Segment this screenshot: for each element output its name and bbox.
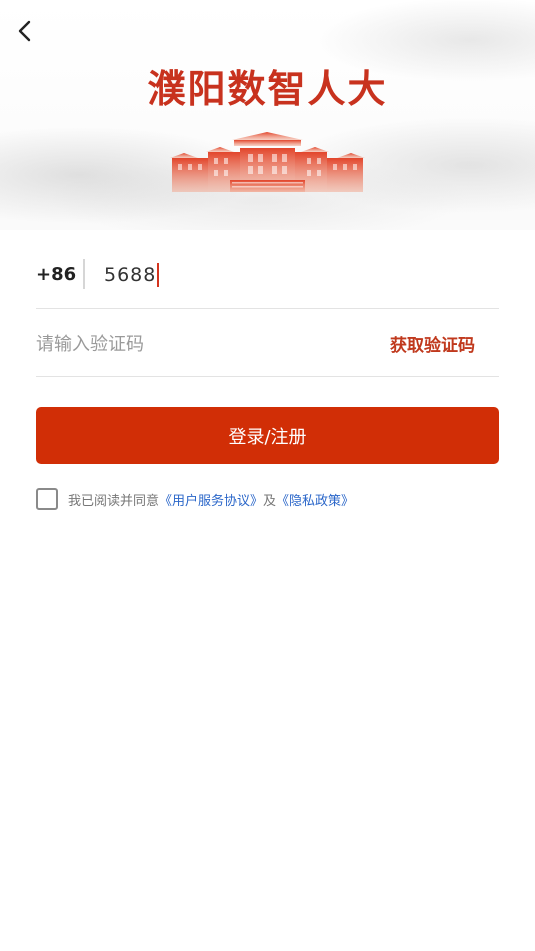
chevron-left-icon bbox=[18, 20, 31, 42]
building-illustration bbox=[170, 132, 365, 192]
country-code[interactable]: +86 bbox=[36, 264, 76, 285]
privacy-policy-link[interactable]: 《隐私政策》 bbox=[276, 490, 354, 509]
get-code-button[interactable]: 获取验证码 bbox=[390, 331, 475, 356]
phone-input[interactable]: 5688 bbox=[104, 263, 160, 287]
divider bbox=[83, 259, 85, 289]
user-agreement-link[interactable]: 《用户服务协议》 bbox=[159, 490, 263, 509]
verification-code-input[interactable]: 请输入验证码 bbox=[36, 330, 144, 356]
text-caret bbox=[157, 263, 160, 287]
header-banner bbox=[0, 0, 535, 230]
agreement-and: 及 bbox=[263, 493, 277, 509]
phone-value: 5688 bbox=[104, 264, 157, 286]
agreement-row: 我已阅读并同意 《用户服务协议》 及 《隐私政策》 bbox=[36, 487, 354, 511]
agreement-checkbox[interactable] bbox=[36, 488, 58, 510]
app-title: 濮阳数智人大 bbox=[147, 66, 388, 111]
phone-row: +86 5688 bbox=[36, 250, 499, 309]
code-row: 请输入验证码 获取验证码 bbox=[36, 309, 499, 377]
agreement-prefix: 我已阅读并同意 bbox=[68, 493, 160, 509]
login-register-button[interactable]: 登录/注册 bbox=[36, 407, 499, 464]
back-button[interactable] bbox=[14, 18, 38, 44]
